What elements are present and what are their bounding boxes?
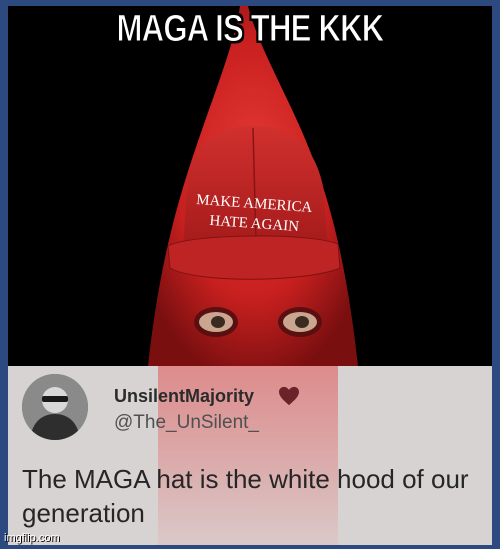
red-hood-illustration: MAKE AMERICA HATE AGAIN: [148, 6, 358, 366]
heart-icon: [279, 386, 299, 406]
avatar: [22, 374, 88, 440]
meme-frame: MAKE AMERICA HATE AGAIN MAGA IS THE KKK …: [0, 0, 500, 549]
tweet-handle: @The_UnSilent_: [114, 412, 259, 433]
tweet-text: The MAGA hat is the white hood of our ge…: [22, 464, 469, 528]
meme-top-caption: MAGA IS THE KKK: [116, 8, 385, 51]
hood-photo: MAKE AMERICA HATE AGAIN: [8, 6, 492, 366]
tweet-display-name: UnsilentMajority: [114, 386, 255, 406]
tweet-card: UnsilentMajority @The_UnSilent_ The MAGA…: [8, 366, 492, 545]
avatar-photo: [22, 374, 88, 440]
imgflip-watermark: imgflip.com: [4, 532, 60, 544]
